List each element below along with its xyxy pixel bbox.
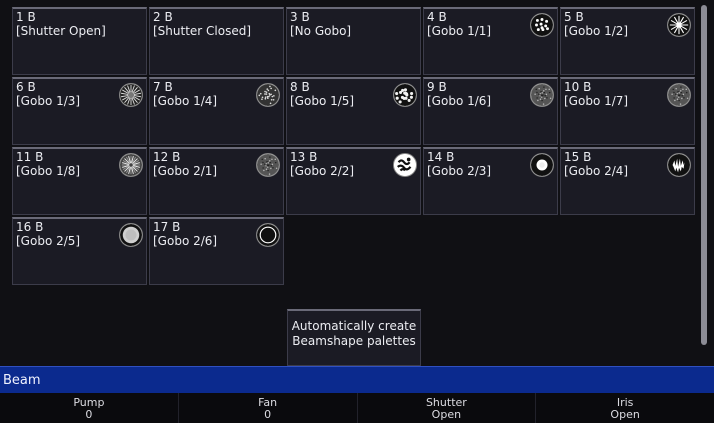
gobo-speckle-icon xyxy=(256,83,280,107)
gobo-star-icon xyxy=(667,13,691,37)
palette-tile[interactable]: 10 B [Gobo 1/7] xyxy=(560,77,695,145)
palette-number: 1 B xyxy=(16,10,36,24)
gobo-burst-icon xyxy=(119,153,143,177)
palette-label: [Shutter Closed] xyxy=(153,24,252,38)
encoder-shutter[interactable]: Shutter Open xyxy=(358,393,537,423)
palette-tile[interactable]: 14 B [Gobo 2/3] xyxy=(423,147,558,215)
encoder-pump[interactable]: Pump 0 xyxy=(0,393,179,423)
encoder-bar: Pump 0 Fan 0 Shutter Open Iris Open xyxy=(0,393,714,423)
palette-tile[interactable]: 1 B [Shutter Open] xyxy=(12,7,147,75)
scrollbar[interactable] xyxy=(701,5,707,345)
section-title-bar: Beam xyxy=(0,366,714,393)
palette-tile[interactable]: 16 B [Gobo 2/5] xyxy=(12,217,147,285)
palette-tile[interactable]: 12 B [Gobo 2/1] xyxy=(149,147,284,215)
gobo-texture-icon xyxy=(256,153,280,177)
section-title: Beam xyxy=(3,373,41,388)
palette-tile[interactable]: 4 B [Gobo 1/1] xyxy=(423,7,558,75)
palette-tile[interactable]: 11 B [Gobo 1/8] xyxy=(12,147,147,215)
palette-tile[interactable]: 17 B [Gobo 2/6] xyxy=(149,217,284,285)
auto-create-palettes-button[interactable]: Automatically create Beamshape palettes xyxy=(287,309,421,366)
gobo-texture-icon xyxy=(667,83,691,107)
gobo-breakup-icon xyxy=(393,153,417,177)
gobo-thin-ring-icon xyxy=(256,223,280,247)
palette-number: 3 B xyxy=(290,10,310,24)
palette-tile[interactable]: 9 B [Gobo 1/6] xyxy=(423,77,558,145)
gobo-radial-icon xyxy=(119,83,143,107)
gobo-texture-icon xyxy=(530,83,554,107)
palette-tile[interactable]: 13 B [Gobo 2/2] xyxy=(286,147,421,215)
palette-tile[interactable]: 2 B [Shutter Closed] xyxy=(149,7,284,75)
palette-tile[interactable]: 15 B [Gobo 2/4] xyxy=(560,147,695,215)
encoder-iris[interactable]: Iris Open xyxy=(536,393,714,423)
encoder-value: 0 xyxy=(85,408,93,421)
gobo-dots-icon xyxy=(530,13,554,37)
encoder-value: Open xyxy=(610,408,640,421)
palette-tile[interactable]: 6 B [Gobo 1/3] xyxy=(12,77,147,145)
palette-tile[interactable]: 3 B [No Gobo] xyxy=(286,7,421,75)
palette-number: 2 B xyxy=(153,10,173,24)
encoder-value: 0 xyxy=(264,408,272,421)
encoder-fan[interactable]: Fan 0 xyxy=(179,393,358,423)
gobo-cells-icon xyxy=(393,83,417,107)
gobo-soft-disc-icon xyxy=(119,223,143,247)
palette-label: [No Gobo] xyxy=(290,24,352,38)
palette-tile[interactable]: 8 B [Gobo 1/5] xyxy=(286,77,421,145)
gobo-flame-icon xyxy=(667,153,691,177)
palette-tile[interactable]: 5 B [Gobo 1/2] xyxy=(560,7,695,75)
palette-tile[interactable]: 7 B [Gobo 1/4] xyxy=(149,77,284,145)
gobo-ring-icon xyxy=(530,153,554,177)
palette-label: [Shutter Open] xyxy=(16,24,106,38)
encoder-value: Open xyxy=(431,408,462,421)
